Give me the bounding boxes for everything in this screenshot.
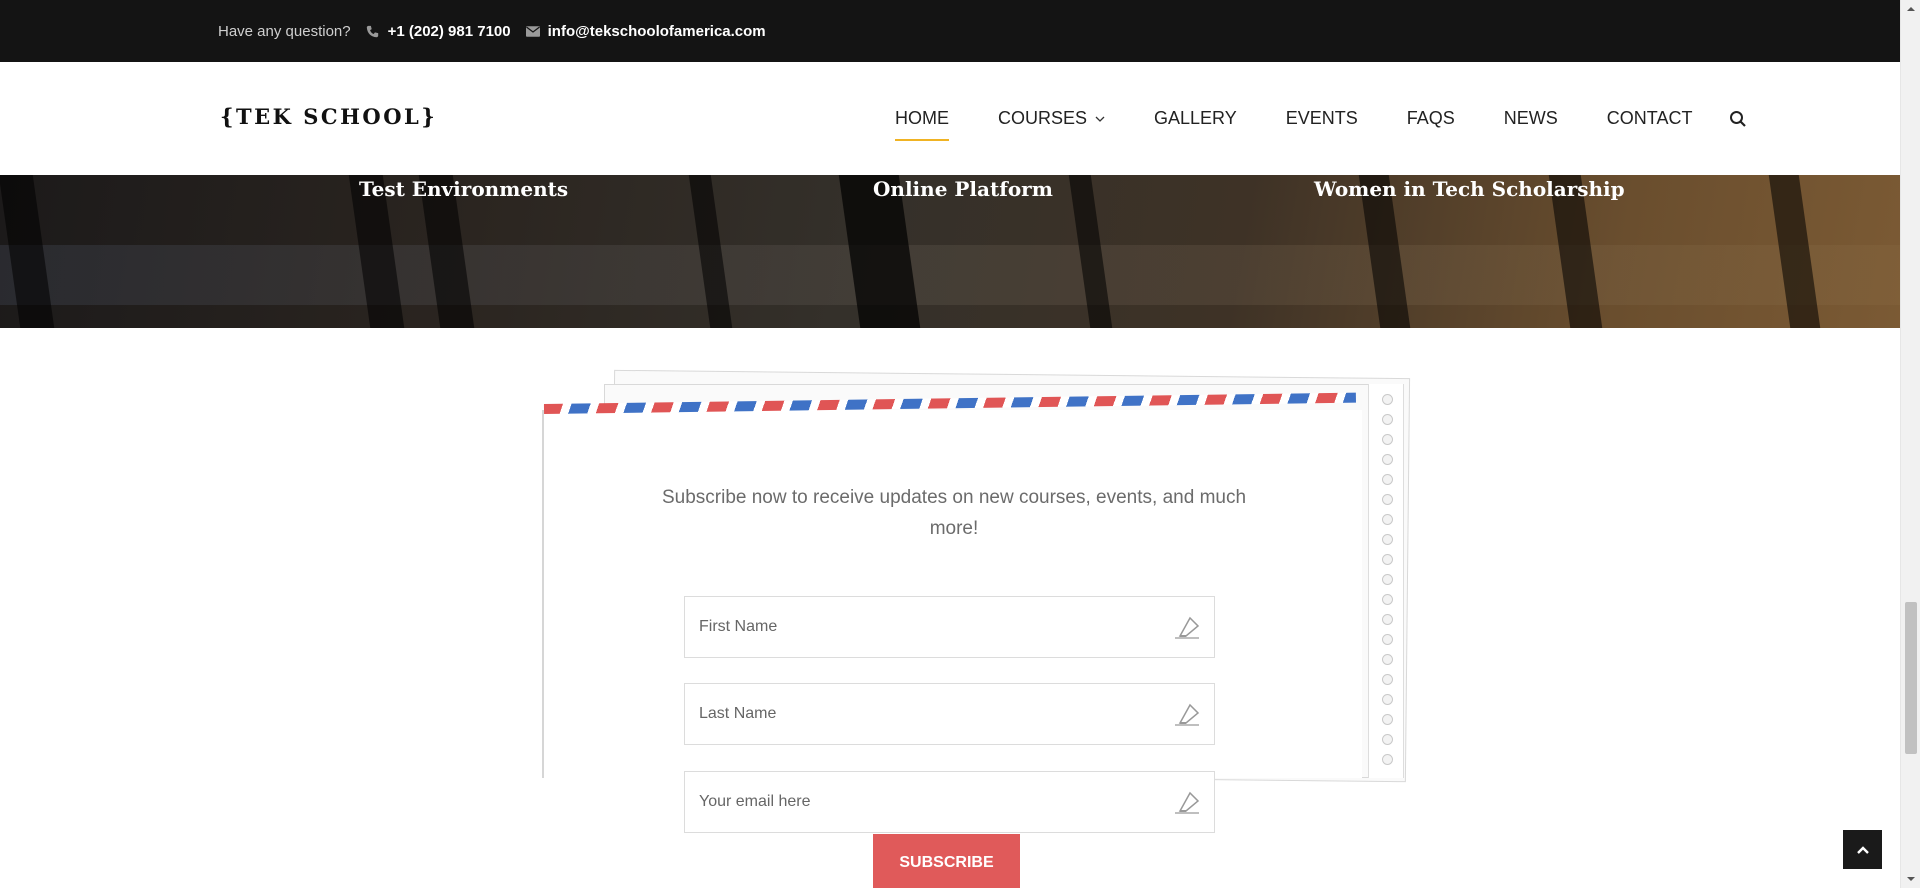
- nav-news-label: NEWS: [1503, 108, 1558, 128]
- question-label: Have any question?: [218, 22, 351, 40]
- subscribe-button[interactable]: SUBSCRIBE: [873, 834, 1020, 888]
- nav-faqs[interactable]: FAQS: [1407, 100, 1455, 137]
- features-band: Test Environments Online Platform Women …: [0, 175, 1900, 328]
- site-logo[interactable]: {TEK SCHOOL}: [220, 104, 437, 129]
- main-nav: HOME COURSES GALLERY EVENTS FAQS NEWS CO…: [895, 62, 1747, 175]
- pencil-icon: [1172, 614, 1202, 642]
- chevron-up-icon: [1856, 845, 1869, 854]
- hero-background: [0, 245, 1900, 305]
- subscribe-message: Subscribe now to receive updates on new …: [661, 487, 1247, 539]
- top-bar: Have any question? +1 (202) 981 7100 inf…: [0, 0, 1900, 62]
- nav-events-label: EVENTS: [1285, 108, 1358, 128]
- perforated-strip: [1368, 384, 1404, 778]
- scroll-up-arrow-icon[interactable]: [1906, 4, 1916, 14]
- contact-info: Have any question? +1 (202) 981 7100 inf…: [218, 0, 781, 62]
- email-input[interactable]: [685, 772, 1214, 832]
- nav-courses[interactable]: COURSES: [998, 100, 1105, 137]
- nav-gallery[interactable]: GALLERY: [1154, 100, 1237, 137]
- nav-faqs-label: FAQS: [1406, 108, 1455, 128]
- email-link[interactable]: info@tekschoolofamerica.com: [548, 23, 766, 40]
- nav-home[interactable]: HOME: [895, 100, 949, 141]
- nav-events[interactable]: EVENTS: [1286, 100, 1358, 137]
- nav-home-label: HOME: [895, 108, 949, 128]
- email-field[interactable]: [684, 771, 1215, 833]
- feature-title: Women in Tech Scholarship: [1314, 177, 1625, 201]
- nav-gallery-label: GALLERY: [1154, 108, 1237, 128]
- page-scrollbar[interactable]: [1900, 0, 1920, 888]
- nav-contact[interactable]: CONTACT: [1607, 100, 1693, 137]
- chevron-down-icon: [1095, 114, 1105, 124]
- feature-title: Test Environments: [359, 177, 569, 201]
- last-name-input[interactable]: [685, 684, 1214, 744]
- nav-courses-label: COURSES: [998, 108, 1088, 128]
- pencil-icon: [1172, 701, 1202, 729]
- nav-contact-label: CONTACT: [1606, 108, 1693, 128]
- scrollbar-thumb[interactable]: [1905, 602, 1917, 754]
- first-name-field[interactable]: [684, 596, 1215, 658]
- last-name-field[interactable]: [684, 683, 1215, 745]
- site-header: {TEK SCHOOL} HOME COURSES GALLERY EVENTS…: [0, 62, 1900, 175]
- phone-number[interactable]: +1 (202) 981 7100: [388, 23, 511, 40]
- phone-icon: [366, 24, 380, 38]
- envelope-icon: [525, 24, 540, 38]
- first-name-input[interactable]: [685, 597, 1214, 657]
- nav-news[interactable]: NEWS: [1504, 100, 1558, 137]
- search-icon[interactable]: [1729, 110, 1747, 128]
- feature-title: Online Platform: [873, 177, 1053, 201]
- scroll-down-arrow-icon[interactable]: [1906, 874, 1916, 884]
- back-to-top-button[interactable]: [1843, 830, 1882, 869]
- pencil-icon: [1172, 789, 1202, 817]
